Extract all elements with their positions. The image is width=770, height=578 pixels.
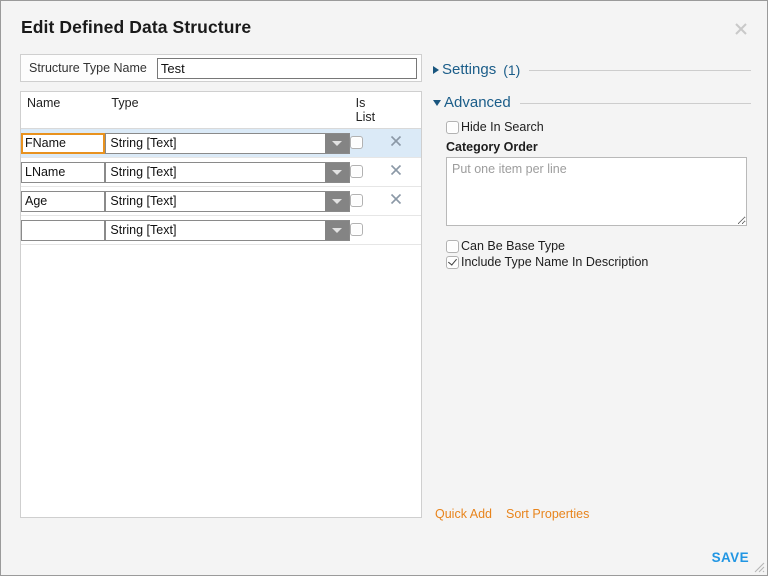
- table-row: String [Text]: [21, 215, 421, 245]
- cell-is-list: [349, 157, 388, 187]
- category-order-textarea[interactable]: [446, 157, 747, 226]
- is-list-checkbox[interactable]: [349, 223, 363, 237]
- delete-row-icon[interactable]: [388, 191, 404, 207]
- delete-row-icon[interactable]: [388, 162, 404, 178]
- save-button[interactable]: SAVE: [712, 550, 749, 565]
- table-row: String [Text]: [21, 186, 421, 216]
- include-type-name-row[interactable]: Include Type Name In Description: [446, 255, 751, 269]
- cell-type: String [Text]: [105, 215, 351, 245]
- cell-type: String [Text]: [105, 186, 351, 216]
- property-name-input[interactable]: [21, 219, 105, 241]
- cell-is-list: [349, 186, 388, 216]
- property-type-value: String [Text]: [110, 135, 177, 150]
- cell-is-list: [349, 128, 388, 158]
- resize-grip[interactable]: [752, 560, 765, 573]
- structure-type-name-field: Structure Type Name: [20, 54, 422, 82]
- right-column: Settings (1) Advanced Hide In Search Cat…: [433, 61, 751, 271]
- table-header-row: Name Type Is List: [21, 92, 421, 129]
- col-header-is-list: Is List: [349, 92, 388, 129]
- property-type-select[interactable]: String [Text]: [105, 161, 351, 183]
- settings-section-label: Settings: [442, 61, 497, 78]
- hide-in-search-label: Hide In Search: [461, 120, 544, 134]
- cell-name: [21, 215, 106, 245]
- table-row: String [Text]: [21, 128, 421, 158]
- settings-section-header[interactable]: Settings (1): [433, 61, 751, 78]
- col-header-type: Type: [105, 92, 350, 129]
- cell-delete: [387, 186, 421, 216]
- cell-delete: [387, 157, 421, 187]
- col-header-is-list-line2: List: [355, 109, 376, 124]
- can-be-base-type-checkbox[interactable]: [446, 239, 459, 253]
- chevron-right-icon: [433, 65, 439, 74]
- col-header-is-list-line1: Is: [355, 96, 366, 110]
- is-list-checkbox[interactable]: [349, 165, 363, 179]
- quick-add-link[interactable]: Quick Add: [435, 507, 492, 521]
- dialog-title: Edit Defined Data Structure: [21, 17, 252, 37]
- cell-delete: [387, 215, 421, 245]
- chevron-down-icon[interactable]: [325, 162, 350, 182]
- include-type-name-label: Include Type Name In Description: [461, 255, 649, 269]
- chevron-down-icon[interactable]: [325, 220, 350, 240]
- left-column: Structure Type Name Name Type Is List: [20, 54, 422, 518]
- sort-properties-link[interactable]: Sort Properties: [506, 507, 589, 521]
- properties-table: Name Type Is List String [Text] String [T…: [21, 92, 421, 245]
- can-be-base-type-label: Can Be Base Type: [461, 239, 566, 253]
- delete-row-icon[interactable]: [388, 133, 404, 149]
- cell-type: String [Text]: [105, 157, 351, 187]
- settings-section-count: (1): [503, 61, 521, 78]
- hide-in-search-row[interactable]: Hide In Search: [446, 120, 751, 134]
- cell-name: [21, 128, 106, 158]
- property-type-select[interactable]: String [Text]: [105, 190, 351, 212]
- cell-name: [21, 157, 106, 187]
- is-list-checkbox[interactable]: [349, 136, 363, 150]
- chevron-down-icon[interactable]: [325, 191, 350, 211]
- advanced-section-label: Advanced: [444, 94, 511, 111]
- advanced-section-header[interactable]: Advanced: [433, 94, 751, 111]
- settings-divider: [529, 70, 751, 71]
- hide-in-search-checkbox[interactable]: [446, 120, 459, 134]
- property-name-input[interactable]: [21, 190, 105, 212]
- cell-name: [21, 186, 106, 216]
- property-type-select[interactable]: String [Text]: [105, 132, 351, 154]
- close-icon[interactable]: [727, 15, 755, 43]
- is-list-checkbox[interactable]: [349, 194, 363, 208]
- property-type-value: String [Text]: [110, 222, 177, 237]
- chevron-down-icon[interactable]: [325, 133, 350, 153]
- property-type-select[interactable]: String [Text]: [105, 219, 351, 241]
- include-type-name-checkbox[interactable]: [446, 255, 459, 269]
- col-header-name: Name: [21, 92, 106, 129]
- footer-links: Quick Add Sort Properties: [435, 507, 589, 521]
- advanced-divider: [519, 103, 751, 104]
- property-type-value: String [Text]: [110, 193, 177, 208]
- cell-delete: [387, 128, 421, 158]
- property-name-input[interactable]: [21, 161, 105, 183]
- cell-is-list: [349, 215, 388, 245]
- property-type-value: String [Text]: [110, 164, 177, 179]
- table-row: String [Text]: [21, 157, 421, 187]
- cell-type: String [Text]: [105, 128, 351, 158]
- edit-data-structure-dialog: Edit Defined Data Structure Structure Ty…: [0, 0, 768, 576]
- properties-table-panel: Name Type Is List String [Text] String [T…: [20, 91, 422, 518]
- structure-type-name-input[interactable]: [156, 57, 417, 79]
- property-name-input[interactable]: [21, 132, 105, 154]
- col-header-delete: [387, 92, 421, 129]
- chevron-down-icon: [433, 99, 441, 106]
- can-be-base-type-row[interactable]: Can Be Base Type: [446, 239, 751, 253]
- advanced-section-body: Hide In Search Category Order Can Be Bas…: [433, 120, 751, 269]
- category-order-label: Category Order: [446, 140, 538, 154]
- structure-type-name-label: Structure Type Name: [29, 61, 147, 75]
